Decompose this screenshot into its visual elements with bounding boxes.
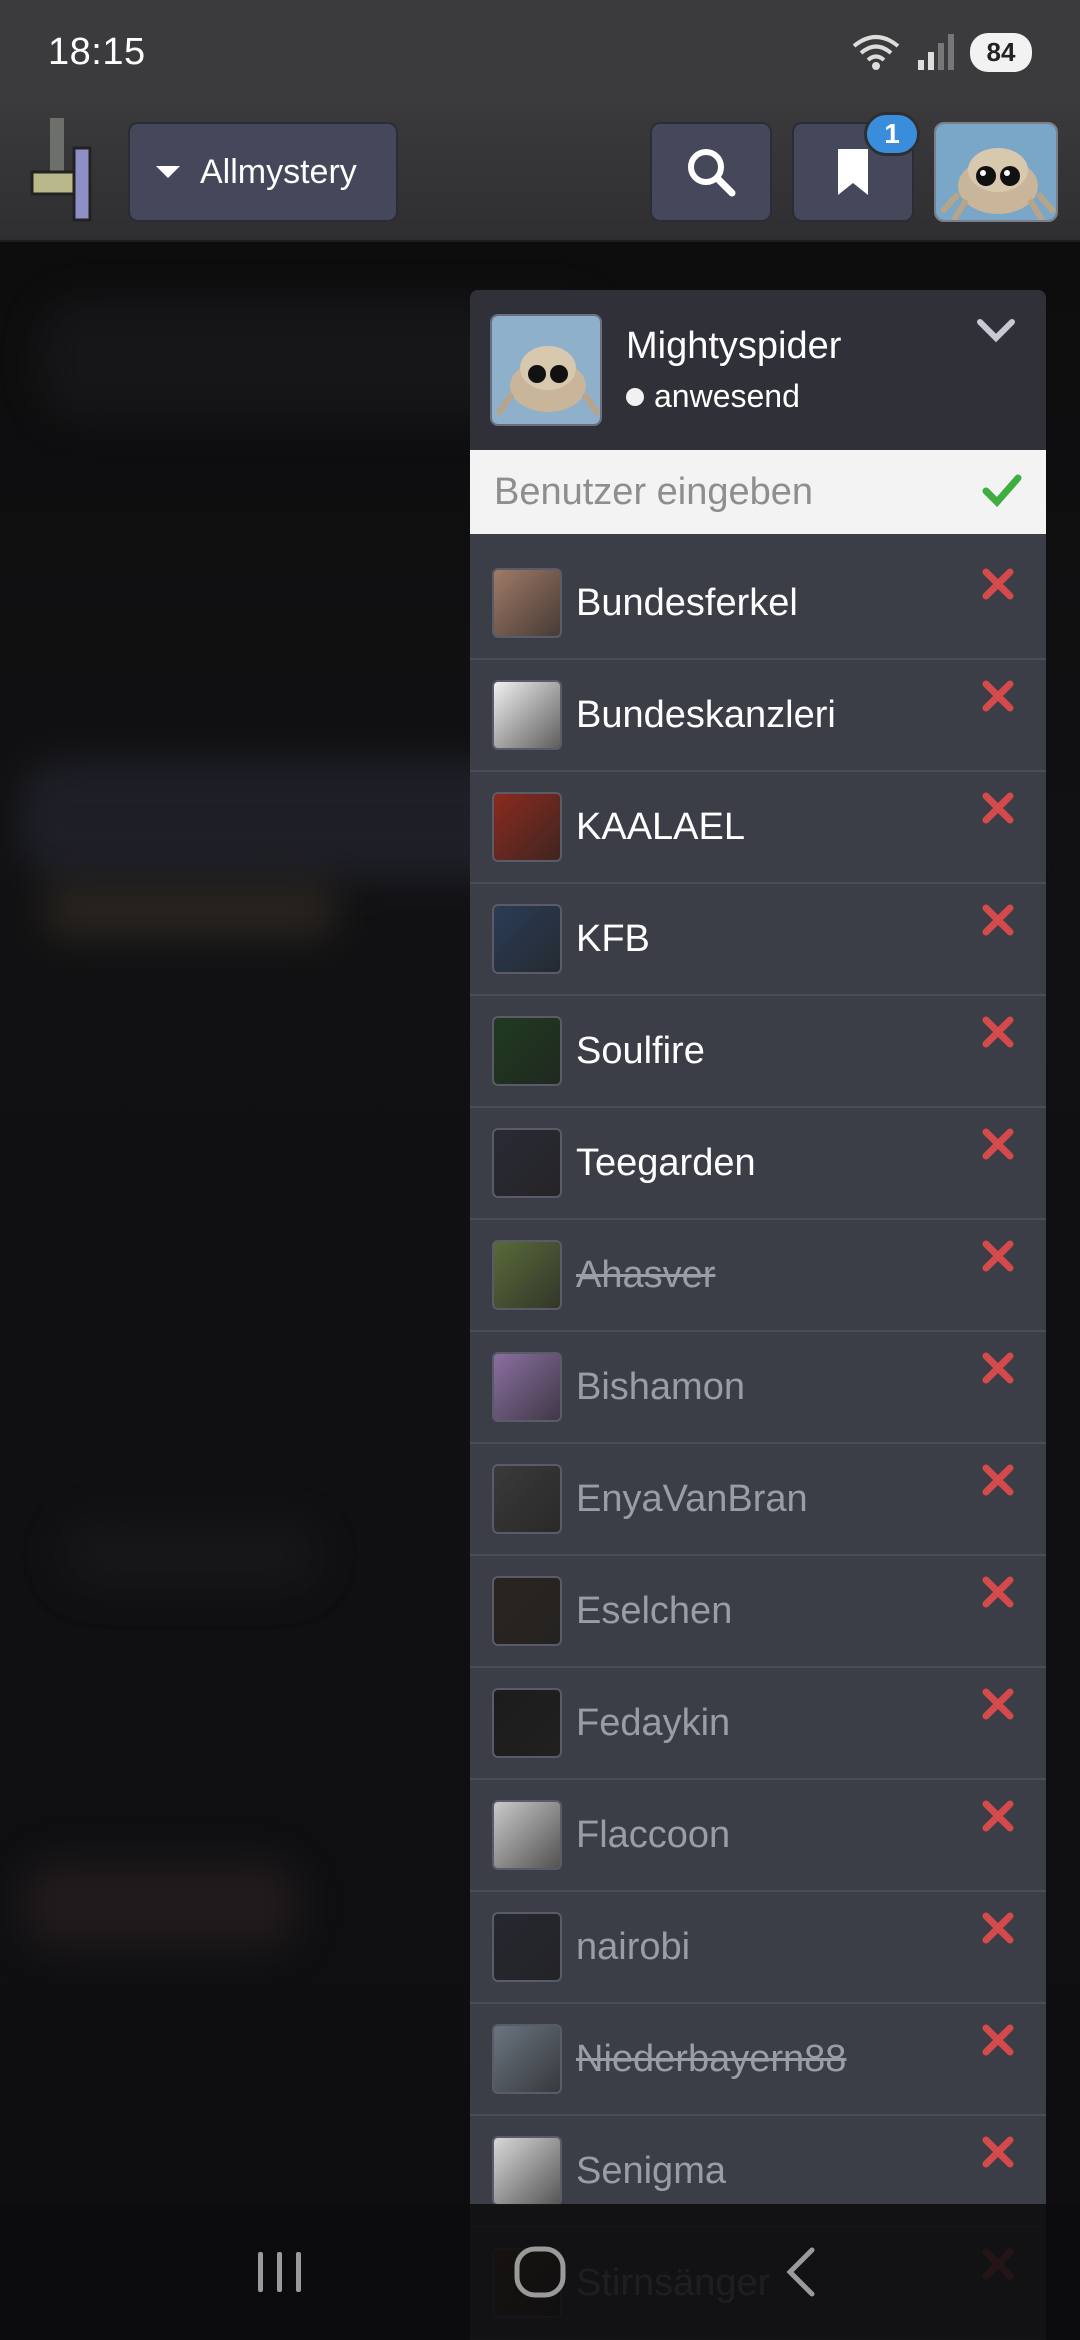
current-user-header: Mightyspider anwesend bbox=[470, 290, 1046, 450]
user-name: Senigma bbox=[576, 2149, 726, 2192]
site-selector-button[interactable]: Allmystery bbox=[128, 122, 398, 222]
app-header: Allmystery 1 bbox=[0, 104, 1080, 242]
remove-x-icon[interactable] bbox=[980, 2022, 1016, 2058]
chevron-down-icon[interactable] bbox=[976, 318, 1016, 349]
remove-x-icon[interactable] bbox=[980, 1014, 1016, 1050]
back-icon bbox=[786, 2247, 815, 2297]
user-avatar bbox=[492, 904, 562, 974]
search-icon bbox=[688, 149, 736, 197]
user-name: Fedaykin bbox=[576, 1701, 731, 1744]
system-nav-bar bbox=[0, 2204, 1080, 2340]
user-name: EnyaVanBran bbox=[576, 1477, 808, 1520]
remove-x-icon[interactable] bbox=[980, 1574, 1016, 1610]
spider-avatar-icon bbox=[936, 124, 1056, 220]
home-icon bbox=[514, 2246, 566, 2298]
profile-avatar-button[interactable] bbox=[934, 122, 1058, 222]
user-name: Flaccoon bbox=[576, 1813, 731, 1856]
user-name: KFB bbox=[576, 917, 650, 960]
user-name: Niederbayern88 bbox=[576, 2037, 847, 2080]
remove-x-icon[interactable] bbox=[980, 1798, 1016, 1834]
remove-x-icon[interactable] bbox=[980, 1462, 1016, 1498]
user-avatar bbox=[492, 1240, 562, 1310]
remove-x-icon[interactable] bbox=[980, 1910, 1016, 1946]
battery-level: 84 bbox=[970, 32, 1032, 72]
remove-x-icon[interactable] bbox=[980, 902, 1016, 938]
user-avatar bbox=[492, 2024, 562, 2094]
confirm-check-icon[interactable] bbox=[982, 473, 1022, 512]
current-user-info: Mightyspider anwesend bbox=[626, 325, 841, 415]
user-avatar bbox=[492, 1016, 562, 1086]
allmystery-logo-icon[interactable] bbox=[30, 118, 96, 224]
current-user-name: Mightyspider bbox=[626, 325, 842, 367]
list-item[interactable]: Bundeskanzleri bbox=[470, 660, 1046, 772]
current-user-avatar bbox=[490, 314, 602, 426]
user-avatar bbox=[492, 1352, 562, 1422]
bookmark-count-badge: 1 bbox=[864, 112, 920, 156]
user-avatar bbox=[492, 680, 562, 750]
list-item[interactable]: KFB bbox=[470, 884, 1046, 996]
current-user-status: anwesend bbox=[626, 378, 841, 415]
user-avatar bbox=[492, 1576, 562, 1646]
user-avatar bbox=[492, 1912, 562, 1982]
user-avatar bbox=[492, 2136, 562, 2206]
user-name: Bundesferkel bbox=[576, 581, 798, 624]
home-button[interactable] bbox=[500, 2232, 580, 2312]
bookmarks-button[interactable]: 1 bbox=[792, 112, 920, 222]
list-item[interactable]: KAALAEL bbox=[470, 772, 1046, 884]
search-button[interactable] bbox=[650, 122, 772, 222]
wifi-icon bbox=[850, 32, 902, 72]
list-item[interactable]: Bundesferkel bbox=[470, 548, 1046, 660]
user-name: Eselchen bbox=[576, 1589, 733, 1632]
status-bar: 18:15 84 bbox=[0, 0, 1080, 104]
remove-x-icon[interactable] bbox=[980, 1126, 1016, 1162]
user-name: nairobi bbox=[576, 1925, 691, 1968]
user-dropdown-panel: Mightyspider anwesend BundesferkelBundes bbox=[470, 290, 1046, 2340]
user-input-row bbox=[470, 450, 1046, 534]
site-selector-label: Allmystery bbox=[200, 152, 357, 191]
remove-x-icon[interactable] bbox=[980, 1686, 1016, 1722]
list-item[interactable]: Ahasver bbox=[470, 1220, 1046, 1332]
user-name: Teegarden bbox=[576, 1141, 756, 1184]
user-avatar bbox=[492, 1464, 562, 1534]
screen: 18:15 84 Allmystery 1 Mightyspider anwes… bbox=[0, 0, 1080, 2340]
signal-icon bbox=[916, 34, 956, 70]
user-name: Soulfire bbox=[576, 1029, 705, 1072]
list-item[interactable]: Fedaykin bbox=[470, 1668, 1046, 1780]
remove-x-icon[interactable] bbox=[980, 2134, 1016, 2170]
user-avatar bbox=[492, 1688, 562, 1758]
user-avatar bbox=[492, 1800, 562, 1870]
remove-x-icon[interactable] bbox=[980, 790, 1016, 826]
list-item[interactable]: Soulfire bbox=[470, 996, 1046, 1108]
remove-x-icon[interactable] bbox=[980, 678, 1016, 714]
user-name: Ahasver bbox=[576, 1253, 716, 1296]
list-item[interactable]: Eselchen bbox=[470, 1556, 1046, 1668]
status-icons: 84 bbox=[850, 32, 1032, 72]
user-list: Bundesferkel Bundeskanzleri KAALAEL KFB Soul… bbox=[470, 534, 1046, 2340]
current-user-status-label: anwesend bbox=[654, 378, 800, 414]
recent-apps-icon bbox=[258, 2252, 301, 2292]
list-item[interactable]: Bishamon bbox=[470, 1332, 1046, 1444]
presence-dot-icon bbox=[626, 387, 644, 406]
back-button[interactable] bbox=[760, 2232, 840, 2312]
bookmark-icon bbox=[838, 149, 868, 195]
remove-x-icon[interactable] bbox=[980, 1238, 1016, 1274]
user-input[interactable] bbox=[494, 470, 964, 514]
list-item[interactable]: EnyaVanBran bbox=[470, 1444, 1046, 1556]
remove-x-icon[interactable] bbox=[980, 1350, 1016, 1386]
user-name: KAALAEL bbox=[576, 805, 745, 848]
user-avatar bbox=[492, 792, 562, 862]
user-avatar bbox=[492, 1128, 562, 1198]
caret-down-icon bbox=[156, 166, 180, 178]
remove-x-icon[interactable] bbox=[980, 566, 1016, 602]
list-item[interactable]: Flaccoon bbox=[470, 1780, 1046, 1892]
status-time: 18:15 bbox=[48, 30, 146, 73]
list-item[interactable]: Niederbayern88 bbox=[470, 2004, 1046, 2116]
list-item[interactable]: nairobi bbox=[470, 1892, 1046, 2004]
user-avatar bbox=[492, 568, 562, 638]
list-item[interactable]: Teegarden bbox=[470, 1108, 1046, 1220]
user-name: Bishamon bbox=[576, 1365, 745, 1408]
user-name: Bundeskanzleri bbox=[576, 693, 836, 736]
recent-apps-button[interactable] bbox=[240, 2232, 320, 2312]
